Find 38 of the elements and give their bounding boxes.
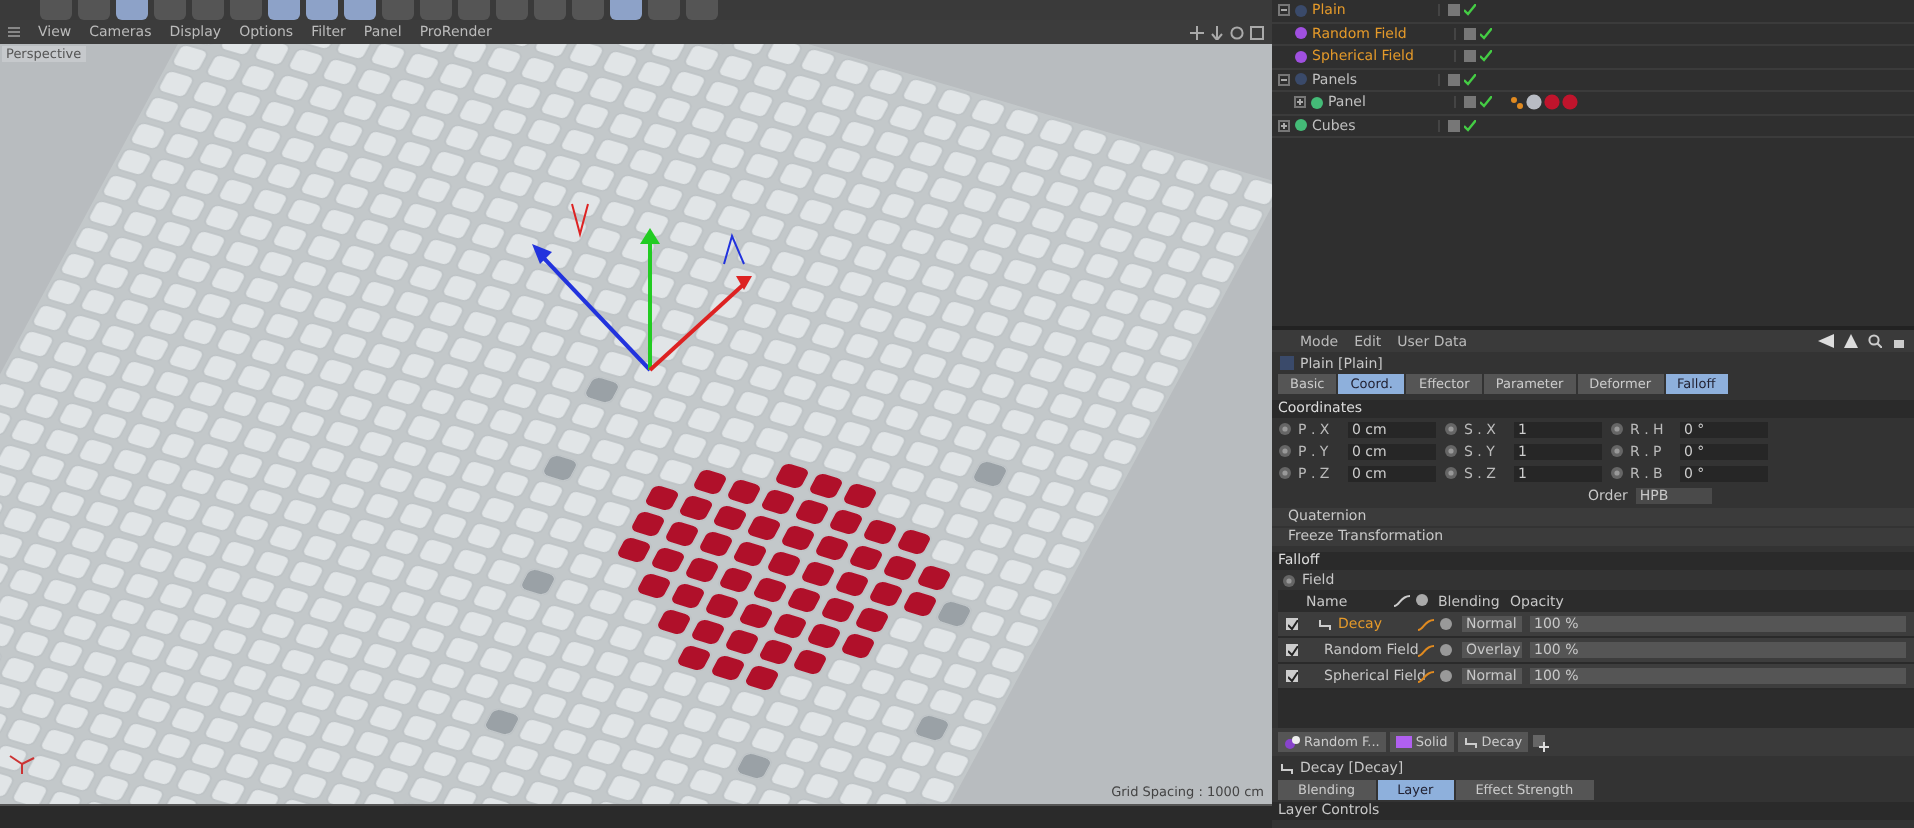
object-icon bbox=[1280, 356, 1294, 370]
world-axes-icon bbox=[8, 752, 36, 776]
random-field-icon bbox=[1284, 734, 1300, 750]
checkbox[interactable] bbox=[1286, 644, 1298, 656]
decay-icon bbox=[1280, 761, 1294, 775]
rotate-view-icon[interactable] bbox=[1230, 25, 1244, 39]
add-layer-icon[interactable] bbox=[1532, 733, 1551, 751]
collapse-toggle[interactable] bbox=[1278, 4, 1290, 17]
decay-icon bbox=[1463, 735, 1478, 749]
expand-toggle[interactable] bbox=[1294, 96, 1306, 109]
toolbar-button[interactable] bbox=[116, 0, 148, 20]
solid-icon bbox=[1395, 736, 1412, 748]
collapse-toggle[interactable] bbox=[1278, 73, 1290, 86]
zoom-view-icon[interactable] bbox=[1210, 25, 1224, 39]
decay-icon bbox=[1318, 617, 1332, 631]
back-arrow-icon[interactable] bbox=[1818, 334, 1834, 348]
toolbar-button[interactable] bbox=[344, 0, 376, 20]
check-icon[interactable] bbox=[1464, 119, 1476, 132]
lock-icon[interactable] bbox=[1892, 334, 1906, 348]
maximize-icon[interactable] bbox=[1250, 25, 1264, 39]
tag-icon[interactable] bbox=[1510, 95, 1524, 110]
up-arrow-icon[interactable] bbox=[1844, 334, 1858, 348]
search-icon[interactable] bbox=[1868, 334, 1882, 348]
toolbar-button[interactable] bbox=[306, 0, 338, 20]
expand-toggle[interactable] bbox=[1278, 119, 1290, 132]
check-icon[interactable] bbox=[1464, 73, 1476, 86]
checkbox[interactable] bbox=[1286, 618, 1298, 630]
move-view-icon[interactable] bbox=[1190, 25, 1204, 39]
toolbar-button[interactable] bbox=[268, 0, 300, 20]
keyframe-icon[interactable] bbox=[1282, 573, 1296, 587]
check-icon[interactable] bbox=[1480, 50, 1492, 63]
toolbar-button[interactable] bbox=[610, 0, 642, 20]
axis-gizmo-drawing[interactable] bbox=[532, 203, 752, 372]
check-icon[interactable] bbox=[1480, 96, 1492, 109]
checkbox[interactable] bbox=[1286, 670, 1298, 682]
grip-icon[interactable] bbox=[8, 26, 20, 38]
check-icon[interactable] bbox=[1480, 27, 1492, 40]
check-icon[interactable] bbox=[1464, 4, 1476, 17]
